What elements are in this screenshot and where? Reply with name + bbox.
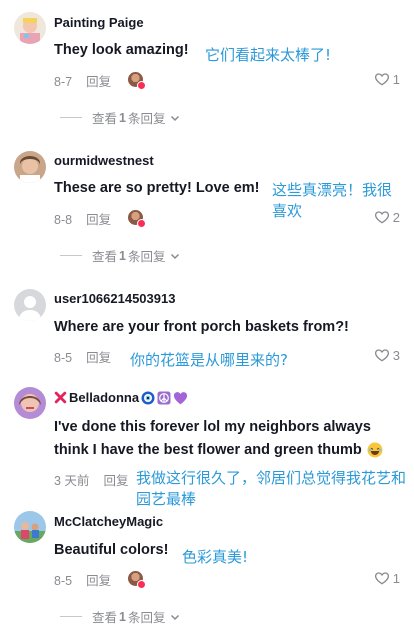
comment-text: Beautiful colors! [54, 542, 169, 558]
creator-liked-avatar [128, 571, 146, 589]
purple-heart-icon [174, 391, 188, 404]
avatar[interactable] [14, 12, 46, 44]
view-replies-suffix: 条回复 [127, 250, 166, 264]
chevron-down-icon [171, 253, 180, 259]
comment-text: They look amazing! [54, 42, 189, 58]
heart-badge-icon [137, 81, 146, 90]
heart-outline-icon [374, 349, 389, 362]
reply-button[interactable]: 回复 [86, 351, 111, 365]
comment-meta: 8-5 回复 [54, 570, 111, 589]
avatar[interactable] [14, 511, 46, 543]
reply-button[interactable]: 回复 [86, 574, 111, 588]
view-replies-prefix: 查看 [92, 112, 118, 126]
heart-badge-icon [137, 219, 146, 228]
comment-text: These are so pretty! Love em! [54, 180, 260, 196]
comment-username[interactable]: user1066214503913 [54, 291, 175, 306]
avatar[interactable] [14, 387, 46, 419]
comment-date: 8-8 [54, 213, 73, 227]
comment-translation: 我做这行很久了，邻居们总觉得我花艺和园艺最棒 [136, 469, 407, 508]
heart-outline-icon [374, 572, 389, 585]
like-count: 1 [392, 570, 400, 586]
view-replies-button[interactable]: 查看 1 条回复 [60, 108, 181, 127]
view-replies-count: 1 [119, 248, 126, 263]
peace-symbol-icon [157, 391, 171, 404]
like-count: 3 [392, 347, 400, 363]
like-count: 1 [392, 71, 400, 87]
view-replies-prefix: 查看 [92, 250, 118, 264]
creator-liked-avatar [128, 210, 146, 228]
chevron-down-icon [171, 115, 180, 121]
comment-username[interactable]: Belladonna [54, 390, 188, 405]
comment-translation: 你的花篮是从哪里来的? [130, 351, 288, 369]
like-button[interactable]: 3 [374, 347, 400, 363]
username-text: Belladonna [69, 390, 140, 405]
view-replies-suffix: 条回复 [127, 112, 166, 126]
cross-mark-icon [54, 391, 67, 404]
view-replies-suffix: 条回复 [127, 611, 166, 625]
comment-text-line: I've done this forever lol my neighbors … [54, 419, 371, 435]
laughing-emoji-icon [367, 442, 383, 458]
view-replies-button[interactable]: 查看 1 条回复 [60, 246, 181, 265]
comment-translation: 它们看起来太棒了! [205, 46, 332, 64]
heart-outline-icon [374, 211, 389, 224]
comment-date: 8-5 [54, 574, 73, 588]
reply-button[interactable]: 回复 [86, 213, 111, 227]
reply-button[interactable]: 回复 [86, 75, 111, 89]
view-replies-prefix: 查看 [92, 611, 118, 625]
comment-text-line: think I have the best flower and green t… [54, 442, 383, 458]
comment-date: 3 天前 [54, 474, 90, 488]
like-count: 2 [392, 209, 400, 225]
comment-text-line-content: think I have the best flower and green t… [54, 442, 362, 458]
chevron-down-icon [171, 614, 180, 620]
heart-outline-icon [374, 73, 389, 86]
like-button[interactable]: 1 [374, 71, 400, 87]
comment-meta: 8-5 回复 [54, 347, 111, 366]
comment-username[interactable]: ourmidwestnest [54, 153, 154, 168]
divider-line [60, 616, 82, 617]
view-replies-button[interactable]: 查看 1 条回复 [60, 607, 181, 626]
comment-text: Where are your front porch baskets from?… [54, 319, 349, 335]
like-button[interactable]: 1 [374, 570, 400, 586]
comment-meta: 8-7 回复 [54, 71, 111, 90]
comment-date: 8-7 [54, 75, 73, 89]
divider-line [60, 117, 82, 118]
nazar-amulet-icon [141, 391, 155, 404]
comment-username[interactable]: Painting Paige [54, 15, 144, 30]
comment-meta: 3 天前 回复 [54, 470, 128, 489]
comment-meta: 8-8 回复 [54, 209, 111, 228]
avatar[interactable] [14, 151, 46, 183]
default-avatar[interactable] [14, 289, 46, 321]
view-replies-count: 1 [119, 110, 126, 125]
comment-translation: 色彩真美! [182, 548, 249, 566]
like-button[interactable]: 2 [374, 209, 400, 225]
reply-button[interactable]: 回复 [103, 474, 128, 488]
heart-badge-icon [137, 580, 146, 589]
creator-liked-avatar [128, 72, 146, 90]
divider-line [60, 255, 82, 256]
comment-username[interactable]: McClatcheyMagic [54, 514, 163, 529]
comment-date: 8-5 [54, 351, 73, 365]
view-replies-count: 1 [119, 609, 126, 624]
